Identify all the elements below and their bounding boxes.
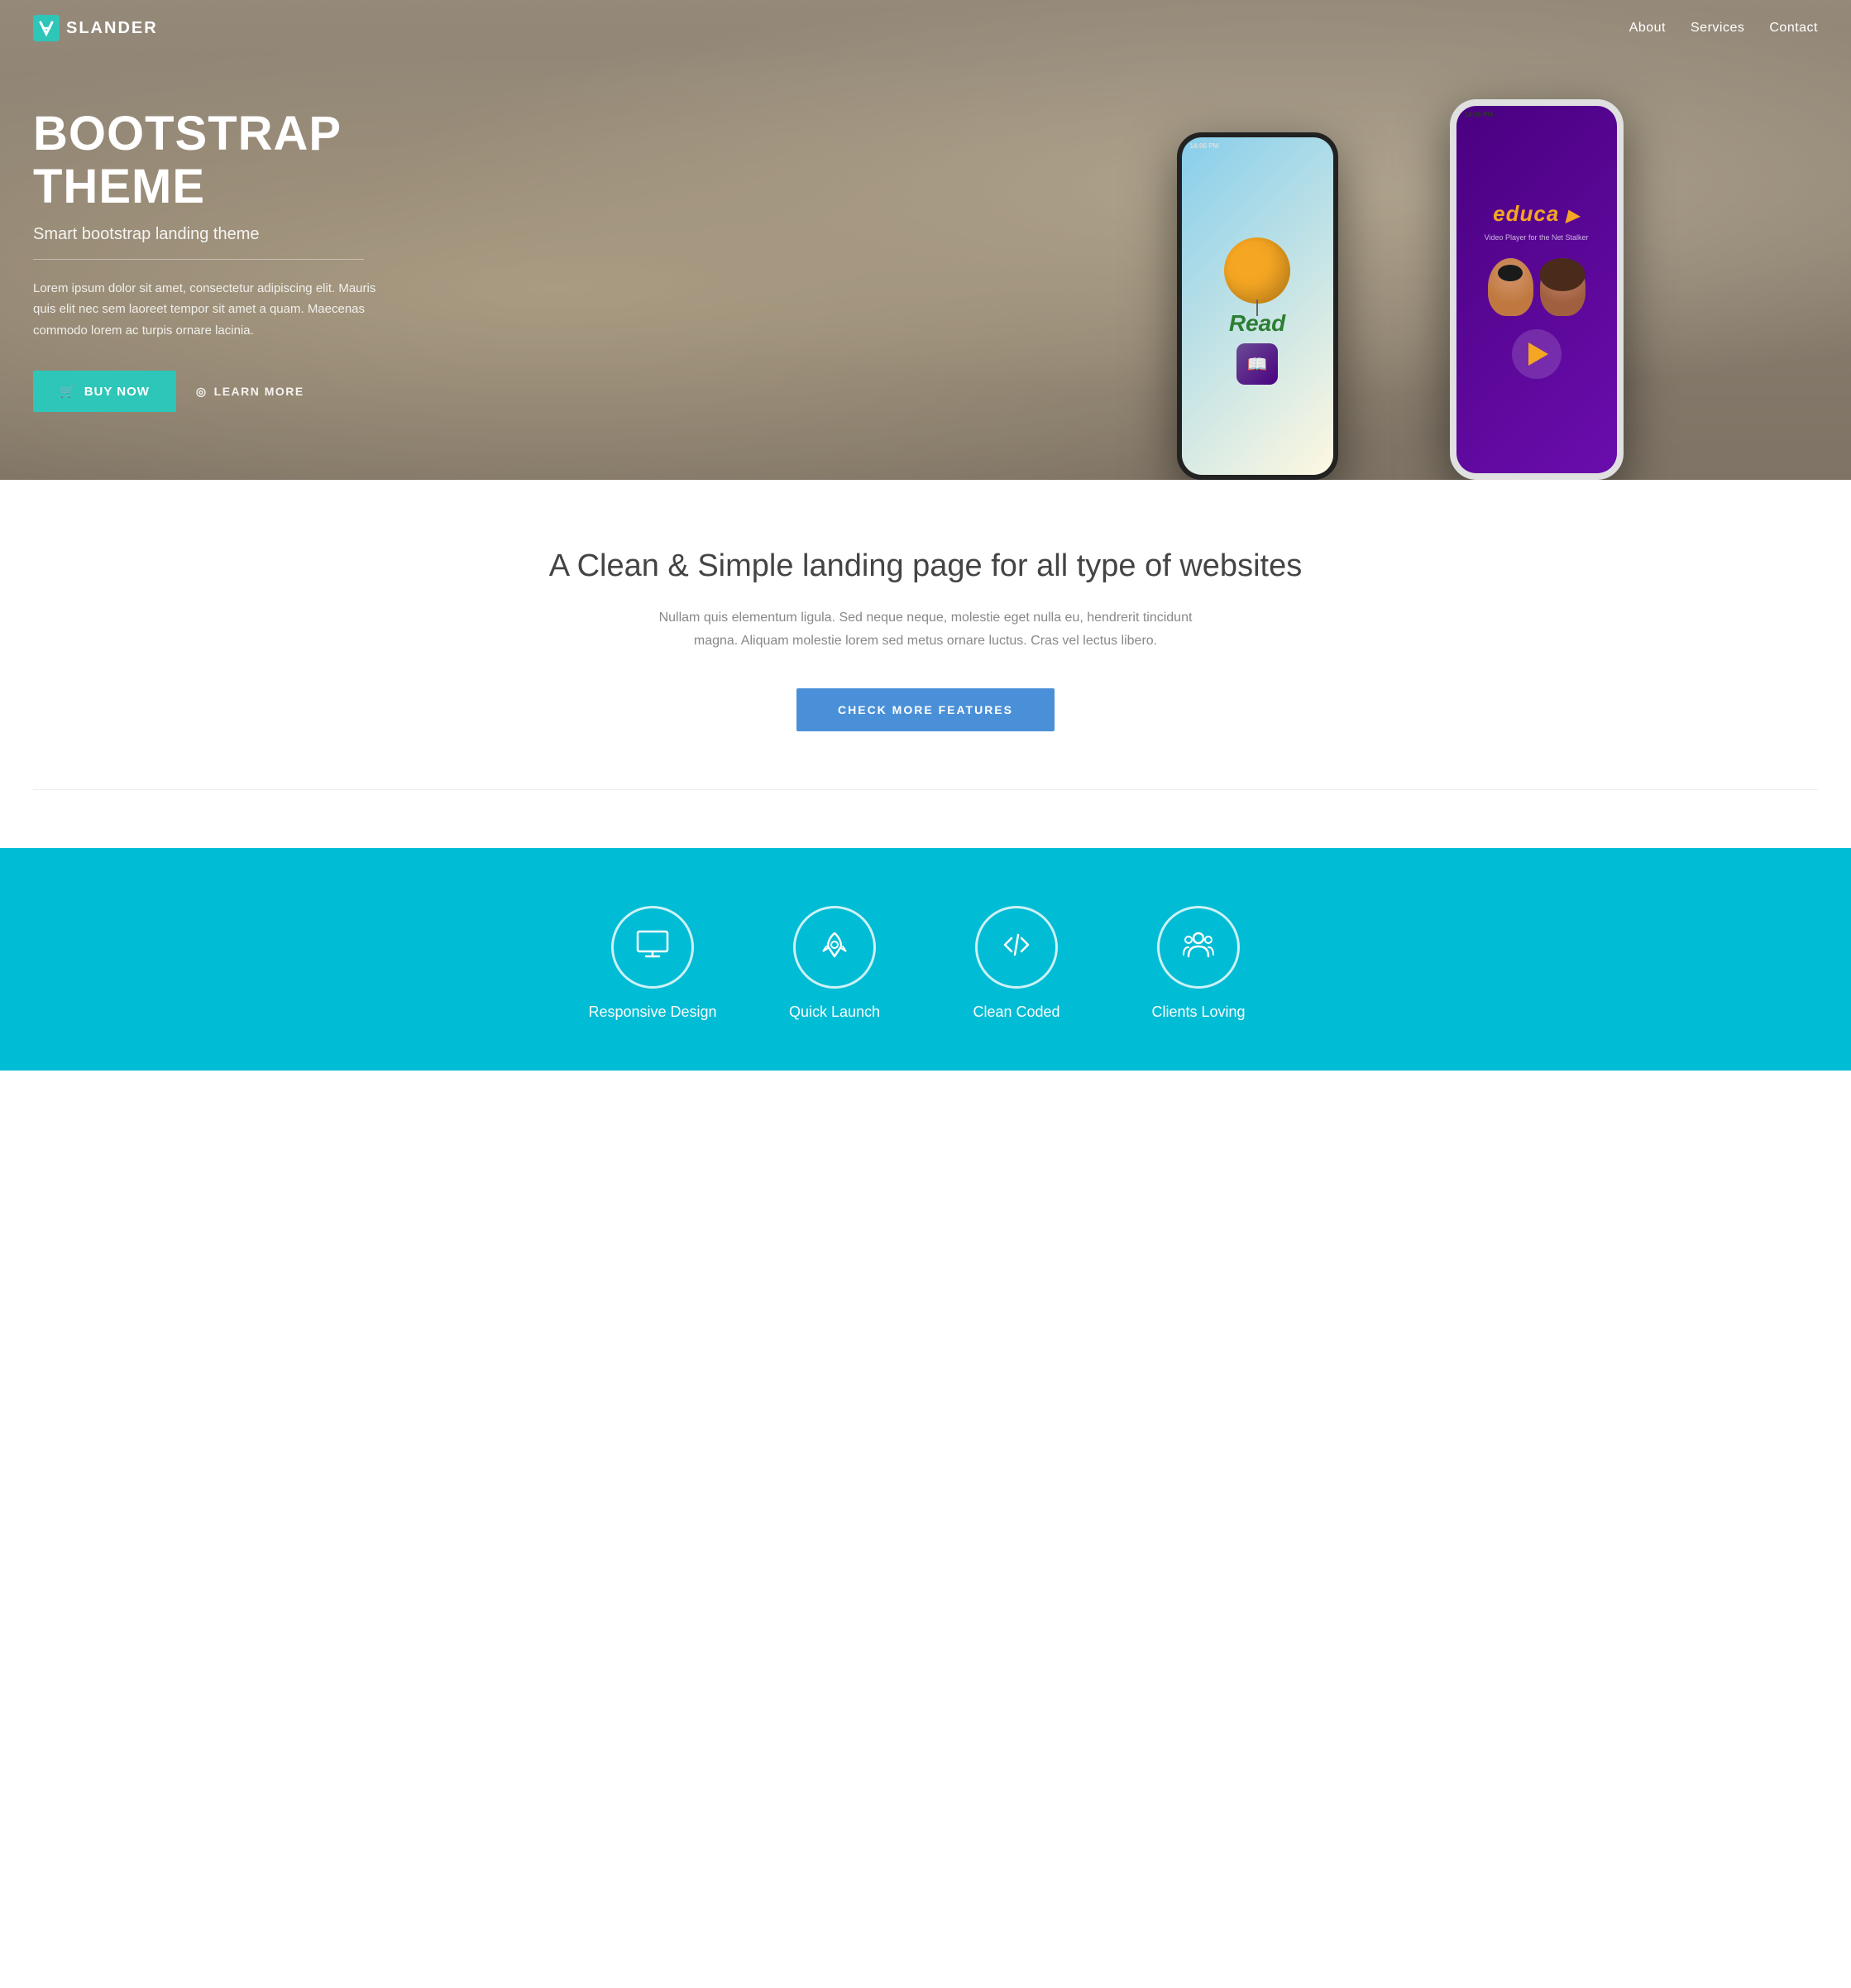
phone-black: 14:06 PM Read 📖 [1177,132,1338,480]
clients-loving-icon-circle [1157,906,1240,989]
responsive-label: Responsive Design [588,1004,716,1021]
buy-now-label: BUY NOW [84,385,150,399]
feature-responsive: Responsive Design [586,906,719,1021]
features-section: Responsive Design Quick Launch [0,848,1851,1071]
nav-link-services[interactable]: Services [1691,21,1744,35]
clean-coded-label: Clean Coded [973,1004,1059,1021]
screen-educa-app: educa ▶ Video Player for the Net Stalker [1456,106,1617,473]
hero-title: BOOTSTRAP THEME [33,108,397,213]
feature-quick-launch: Quick Launch [768,906,901,1021]
hero-section: BOOTSTRAP THEME Smart bootstrap landing … [0,0,1851,480]
phone-black-screen: 14:06 PM Read 📖 [1182,137,1333,475]
learn-more-label: LEARN MORE [214,385,304,398]
nav-link-contact[interactable]: Contact [1769,21,1818,35]
quick-launch-icon-circle [793,906,876,989]
feature-clients-loving: Clients Loving [1132,906,1265,1021]
brand-logo[interactable]: SLANDER [33,15,158,41]
nav-menu: About Services Contact [1629,21,1818,36]
brand-icon [33,15,60,41]
phone-white-screen: 14:06 PM educa ▶ Video Player for the Ne… [1456,106,1617,473]
code-icon [998,927,1035,968]
feature-clean-coded: Clean Coded [950,906,1083,1021]
hero-subtitle: Smart bootstrap landing theme [33,225,397,244]
hero-buttons: 🛒 BUY NOW ◎ LEARN MORE [33,371,397,412]
hero-description: Lorem ipsum dolor sit amet, consectetur … [33,278,397,342]
brand-text: SLANDER [66,19,158,38]
learn-more-button[interactable]: ◎ LEARN MORE [196,385,304,399]
phone-white-status: 14:06 PM [1456,111,1617,118]
rocket-icon [816,927,853,968]
clients-loving-label: Clients Loving [1151,1004,1245,1021]
phone-black-time: 14:06 PM [1190,142,1219,150]
hero-title-line1: BOOTSTRAP [33,107,342,160]
mid-title: A Clean & Simple landing page for all ty… [33,546,1818,587]
nav-link-about[interactable]: About [1629,21,1666,35]
people-icon [1180,927,1217,968]
responsive-icon-circle [611,906,694,989]
hero-phones: 14:06 PM Read 📖 [833,0,1851,480]
buy-now-button[interactable]: 🛒 BUY NOW [33,371,176,412]
nav-item-services[interactable]: Services [1691,21,1744,36]
navbar: SLANDER About Services Contact [0,0,1851,56]
mid-divider [33,789,1818,790]
phone-black-status: 14:06 PM [1182,142,1333,150]
clean-coded-icon-circle [975,906,1058,989]
mid-description: Nullam quis elementum ligula. Sed neque … [644,606,1207,651]
monitor-icon [634,927,671,968]
phone-white-time: 14:06 PM [1465,111,1494,118]
cart-icon: 🛒 [60,384,76,399]
quick-launch-label: Quick Launch [789,1004,880,1021]
circle-icon: ◎ [196,385,208,399]
nav-item-contact[interactable]: Contact [1769,21,1818,36]
nav-item-about[interactable]: About [1629,21,1666,36]
hero-title-line2: THEME [33,160,205,213]
screen-read-app: Read 📖 [1182,137,1333,475]
features-grid: Responsive Design Quick Launch [33,906,1818,1021]
mid-section: A Clean & Simple landing page for all ty… [0,480,1851,848]
phone-white: 14:06 PM educa ▶ Video Player for the Ne… [1450,99,1624,480]
hero-content: BOOTSTRAP THEME Smart bootstrap landing … [0,0,430,462]
check-more-features-button[interactable]: CHECK MORE FEATURES [796,688,1055,731]
hero-divider [33,259,364,260]
